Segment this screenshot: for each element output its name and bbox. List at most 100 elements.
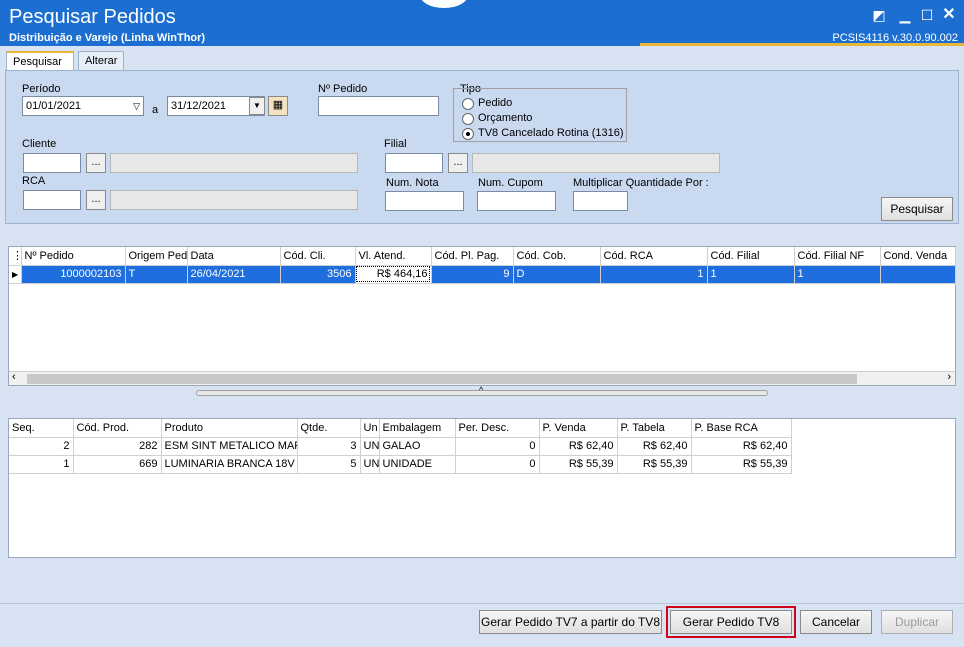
tipo-radio-pedido[interactable] [462,98,474,110]
table-cell[interactable]: R$ 55,39 [691,455,792,474]
cliente-search-button[interactable]: ... [86,153,106,173]
chevron-up-icon[interactable]: ^ [479,385,483,395]
column-header[interactable]: Cód. Pl. Pag. [431,247,514,266]
column-header[interactable]: Per. Desc. [455,419,540,438]
column-header[interactable]: Cód. Prod. [73,419,162,438]
periodo-start-value: 01/01/2021 [26,100,82,112]
cliente-input[interactable] [23,153,81,173]
grid-splitter[interactable]: ^ [196,385,768,396]
maximize-icon[interactable]: ☐ [918,6,936,24]
scroll-left-icon[interactable]: ‹ [12,371,16,383]
scroll-thumb[interactable] [27,374,857,384]
table-cell[interactable]: UN [360,455,380,474]
filial-input[interactable] [385,153,443,173]
table-cell[interactable]: 1 [9,455,74,474]
column-header[interactable]: Cond. Venda [880,247,956,266]
table-cell[interactable]: 0 [455,437,540,456]
chevron-down-icon[interactable]: ▽ [133,99,140,113]
table-cell[interactable]: LUMINARIA BRANCA 18V [161,455,298,474]
table-cell[interactable]: 5 [297,455,361,474]
table-cell[interactable]: UN [360,437,380,456]
num-nota-input[interactable] [385,191,464,211]
table-cell[interactable]: R$ 55,39 [617,455,692,474]
table-cell[interactable]: GALAO [379,437,456,456]
column-header[interactable]: Seq. [9,419,74,438]
orders-grid[interactable]: ⋮ Nº Pedido Origem Ped. Data Cód. Cli. V… [8,246,956,386]
title-decoration [420,0,468,8]
column-header[interactable]: Cód. Filial NF [794,247,881,266]
filial-search-button[interactable]: ... [448,153,468,173]
column-header[interactable]: Embalagem [379,419,456,438]
npedido-label: Nº Pedido [318,83,368,95]
column-header[interactable]: Vl. Atend. [355,247,432,266]
npedido-input[interactable] [318,96,439,116]
table-row[interactable]: 2 282 ESM SINT METALICO MARR 3 UN GALAO … [9,437,792,456]
table-cell[interactable]: 0 [455,455,540,474]
table-cell[interactable]: 1 [707,265,795,284]
rca-label: RCA [22,175,46,187]
column-header[interactable]: P. Tabela [617,419,692,438]
column-header[interactable]: Qtde. [297,419,361,438]
tipo-option-orcamento: Orçamento [478,112,533,124]
table-cell[interactable]: 1000002103 [21,265,126,284]
table-cell[interactable]: 3 [297,437,361,456]
table-cell[interactable]: R$ 62,40 [617,437,692,456]
rca-input[interactable] [23,190,81,210]
calendar-icon[interactable]: ▦ [268,96,288,116]
gerar-tv8-button[interactable]: Gerar Pedido TV8 [666,606,796,638]
scroll-right-icon[interactable]: › [947,371,951,383]
table-row[interactable]: ▶ 1000002103 T 26/04/2021 3506 R$ 464,16… [9,265,956,284]
column-header[interactable]: Nº Pedido [21,247,126,266]
table-row[interactable]: 1 669 LUMINARIA BRANCA 18V 5 UN UNIDADE … [9,455,792,474]
column-header[interactable]: Cód. Filial [707,247,795,266]
column-header[interactable]: Cód. Cob. [513,247,601,266]
table-cell[interactable]: 3506 [280,265,356,284]
periodo-start-input[interactable]: 01/01/2021 ▽ [22,96,144,116]
gerar-tv7-button[interactable]: Gerar Pedido TV7 a partir do TV8 [479,610,662,634]
title-bar: Pesquisar Pedidos Distribuição e Varejo … [0,0,964,46]
periodo-end-value: 31/12/2021 [171,100,227,112]
multiplicar-label: Multiplicar Quantidade Por : [573,177,709,189]
cancelar-button[interactable]: Cancelar [800,610,872,634]
column-header[interactable]: P. Base RCA [691,419,792,438]
dropdown-arrow-icon[interactable]: ▼ [249,97,265,115]
restore-icon[interactable]: ◩ [870,6,888,24]
table-cell[interactable]: 2 [9,437,74,456]
table-cell[interactable]: 26/04/2021 [187,265,281,284]
column-header[interactable]: Cód. RCA [600,247,708,266]
table-cell[interactable]: 9 [431,265,514,284]
tipo-radio-orcamento[interactable] [462,113,474,125]
table-cell[interactable]: 282 [73,437,162,456]
table-cell[interactable]: ESM SINT METALICO MARR [161,437,298,456]
column-header[interactable]: Cód. Cli. [280,247,356,266]
table-cell[interactable]: R$ 62,40 [539,437,618,456]
column-header[interactable]: Data [187,247,281,266]
multiplicar-input[interactable] [573,191,628,211]
table-cell[interactable]: 1 [794,265,881,284]
table-cell[interactable]: R$ 464,16 [355,265,432,284]
tab-alterar[interactable]: Alterar [78,51,124,70]
cliente-name-field [110,153,358,173]
column-header[interactable]: Produto [161,419,298,438]
num-cupom-label: Num. Cupom [478,177,543,189]
column-header[interactable]: P. Venda [539,419,618,438]
minimize-icon[interactable]: ▁ [896,6,914,24]
table-cell[interactable]: 1 [600,265,708,284]
column-header[interactable]: Origem Ped. [125,247,188,266]
rca-search-button[interactable]: ... [86,190,106,210]
items-grid[interactable]: Seq. Cód. Prod. Produto Qtde. Un Embalag… [8,418,956,558]
close-icon[interactable]: ✕ [940,6,958,24]
table-cell[interactable]: D [513,265,601,284]
orders-horizontal-scrollbar[interactable]: ‹ › [9,371,955,385]
tipo-radio-tv8[interactable] [462,128,474,140]
pesquisar-button[interactable]: Pesquisar [881,197,953,221]
tab-pesquisar[interactable]: Pesquisar [6,51,74,70]
table-cell[interactable]: UNIDADE [379,455,456,474]
table-cell[interactable]: R$ 55,39 [539,455,618,474]
num-cupom-input[interactable] [477,191,556,211]
table-cell[interactable] [880,265,956,284]
table-cell[interactable]: 669 [73,455,162,474]
table-cell[interactable]: T [125,265,188,284]
table-cell[interactable]: R$ 62,40 [691,437,792,456]
column-header[interactable]: Un [360,419,380,438]
